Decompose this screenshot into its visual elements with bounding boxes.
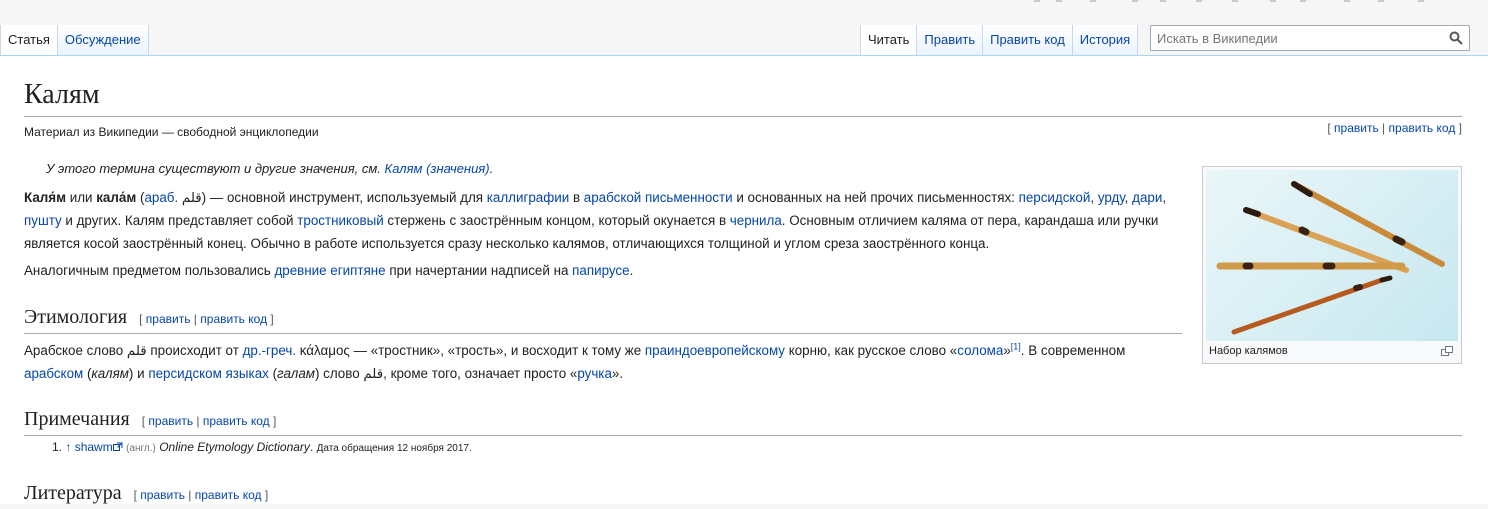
link-dari[interactable]: дари bbox=[1132, 190, 1162, 205]
edit-link[interactable]: править bbox=[148, 414, 193, 428]
edit-source-link[interactable]: править код bbox=[1389, 121, 1456, 135]
edit-source-link[interactable]: править код bbox=[200, 312, 267, 326]
site-subtitle: Материал из Википедии — свободной энцикл… bbox=[24, 125, 319, 139]
section-heading-notes: Примечания[ править | править код ] bbox=[24, 406, 1462, 436]
second-paragraph: Аналогичным предметом пользовались древн… bbox=[24, 263, 634, 278]
link-arabic-language[interactable]: арабском bbox=[24, 366, 83, 381]
reed-pens-illustration bbox=[1216, 181, 1445, 335]
link-ancient-egyptians[interactable]: древние египтяне bbox=[274, 263, 385, 278]
thumbnail-image[interactable] bbox=[1206, 170, 1458, 341]
edit-source-link[interactable]: править код bbox=[203, 414, 270, 428]
tab-history[interactable]: История bbox=[1072, 25, 1139, 55]
link-pen[interactable]: ручка bbox=[577, 366, 612, 381]
view-tabs: Читать Править Править код История bbox=[860, 25, 1139, 55]
link-persian[interactable]: персидской bbox=[1019, 190, 1091, 205]
page-title: Калям bbox=[24, 78, 1462, 117]
intro-paragraph: Каля́м или кала́м (араб. قلم) — основной… bbox=[24, 190, 1167, 251]
link-shawm[interactable]: shawm bbox=[75, 440, 113, 454]
disambiguation-link[interactable]: Калям (значения) bbox=[385, 161, 490, 176]
link-papyrus[interactable]: папирусе bbox=[572, 263, 629, 278]
section-edit-links: [ править | править код ] bbox=[139, 312, 274, 326]
search-box bbox=[1150, 25, 1470, 51]
link-proto-indo-european[interactable]: праиндоевропейскому bbox=[645, 343, 785, 358]
edit-source-link[interactable]: править код bbox=[195, 488, 262, 502]
link-straw[interactable]: солома bbox=[957, 343, 1003, 358]
namespace-tabs: Статья Обсуждение bbox=[0, 25, 149, 55]
search-icon[interactable] bbox=[1449, 31, 1463, 45]
hatnote: У этого термина существуют и другие знач… bbox=[46, 161, 494, 176]
link-calligraphy[interactable]: каллиграфии bbox=[487, 190, 569, 205]
thumbnail: Набор калямов bbox=[1202, 166, 1462, 364]
link-arabic-abbr[interactable]: араб. bbox=[144, 190, 178, 205]
external-link-icon bbox=[112, 442, 123, 451]
link-ink[interactable]: чернила bbox=[730, 213, 782, 228]
access-date: Дата обращения 12 ноября 2017. bbox=[316, 443, 472, 454]
article-content: Калям Материал из Википедии — свободной … bbox=[0, 55, 1488, 504]
tab-read[interactable]: Читать bbox=[860, 25, 918, 55]
reference-marker[interactable]: [1] bbox=[1011, 342, 1021, 352]
link-arabic-script[interactable]: арабской письменности bbox=[584, 190, 733, 205]
link-reed[interactable]: тростниковый bbox=[297, 213, 383, 228]
link-urdu[interactable]: урду bbox=[1098, 190, 1125, 205]
language-label: (англ.) bbox=[126, 443, 156, 454]
etymology-paragraph: Арабское слово قلم происходит от др.-гре… bbox=[24, 341, 1126, 381]
top-personal-bar bbox=[0, 0, 1488, 18]
section-heading-etymology: Этимология[ править | править код ] bbox=[24, 304, 1182, 334]
link-persian-language[interactable]: персидском языках bbox=[148, 366, 269, 381]
edit-link[interactable]: править bbox=[140, 488, 185, 502]
top-edit-links: [ править | править код ] bbox=[1327, 121, 1462, 135]
tab-talk[interactable]: Обсуждение bbox=[57, 25, 149, 55]
section-heading-literature: Литература[ править | править код ] bbox=[24, 482, 269, 504]
edit-link[interactable]: править bbox=[146, 312, 191, 326]
link-pashto[interactable]: пушту bbox=[24, 213, 62, 228]
reference-item: 1. ↑ shawm (англ.) Online Etymology Dict… bbox=[52, 440, 472, 454]
section-edit-links: [ править | править код ] bbox=[133, 488, 269, 502]
edit-link[interactable]: править bbox=[1334, 121, 1379, 135]
backlink-arrow[interactable]: ↑ bbox=[65, 440, 71, 454]
tab-edit-source[interactable]: Править код bbox=[983, 25, 1073, 55]
section-edit-links: [ править | править код ] bbox=[141, 414, 277, 428]
tab-article[interactable]: Статья bbox=[0, 25, 58, 55]
search-input[interactable] bbox=[1151, 26, 1443, 50]
magnify-icon[interactable] bbox=[1441, 346, 1453, 356]
tab-edit[interactable]: Править bbox=[917, 25, 984, 55]
link-ancient-greek[interactable]: др.-греч. bbox=[243, 343, 296, 358]
thumbnail-caption: Набор калямов bbox=[1209, 345, 1288, 357]
